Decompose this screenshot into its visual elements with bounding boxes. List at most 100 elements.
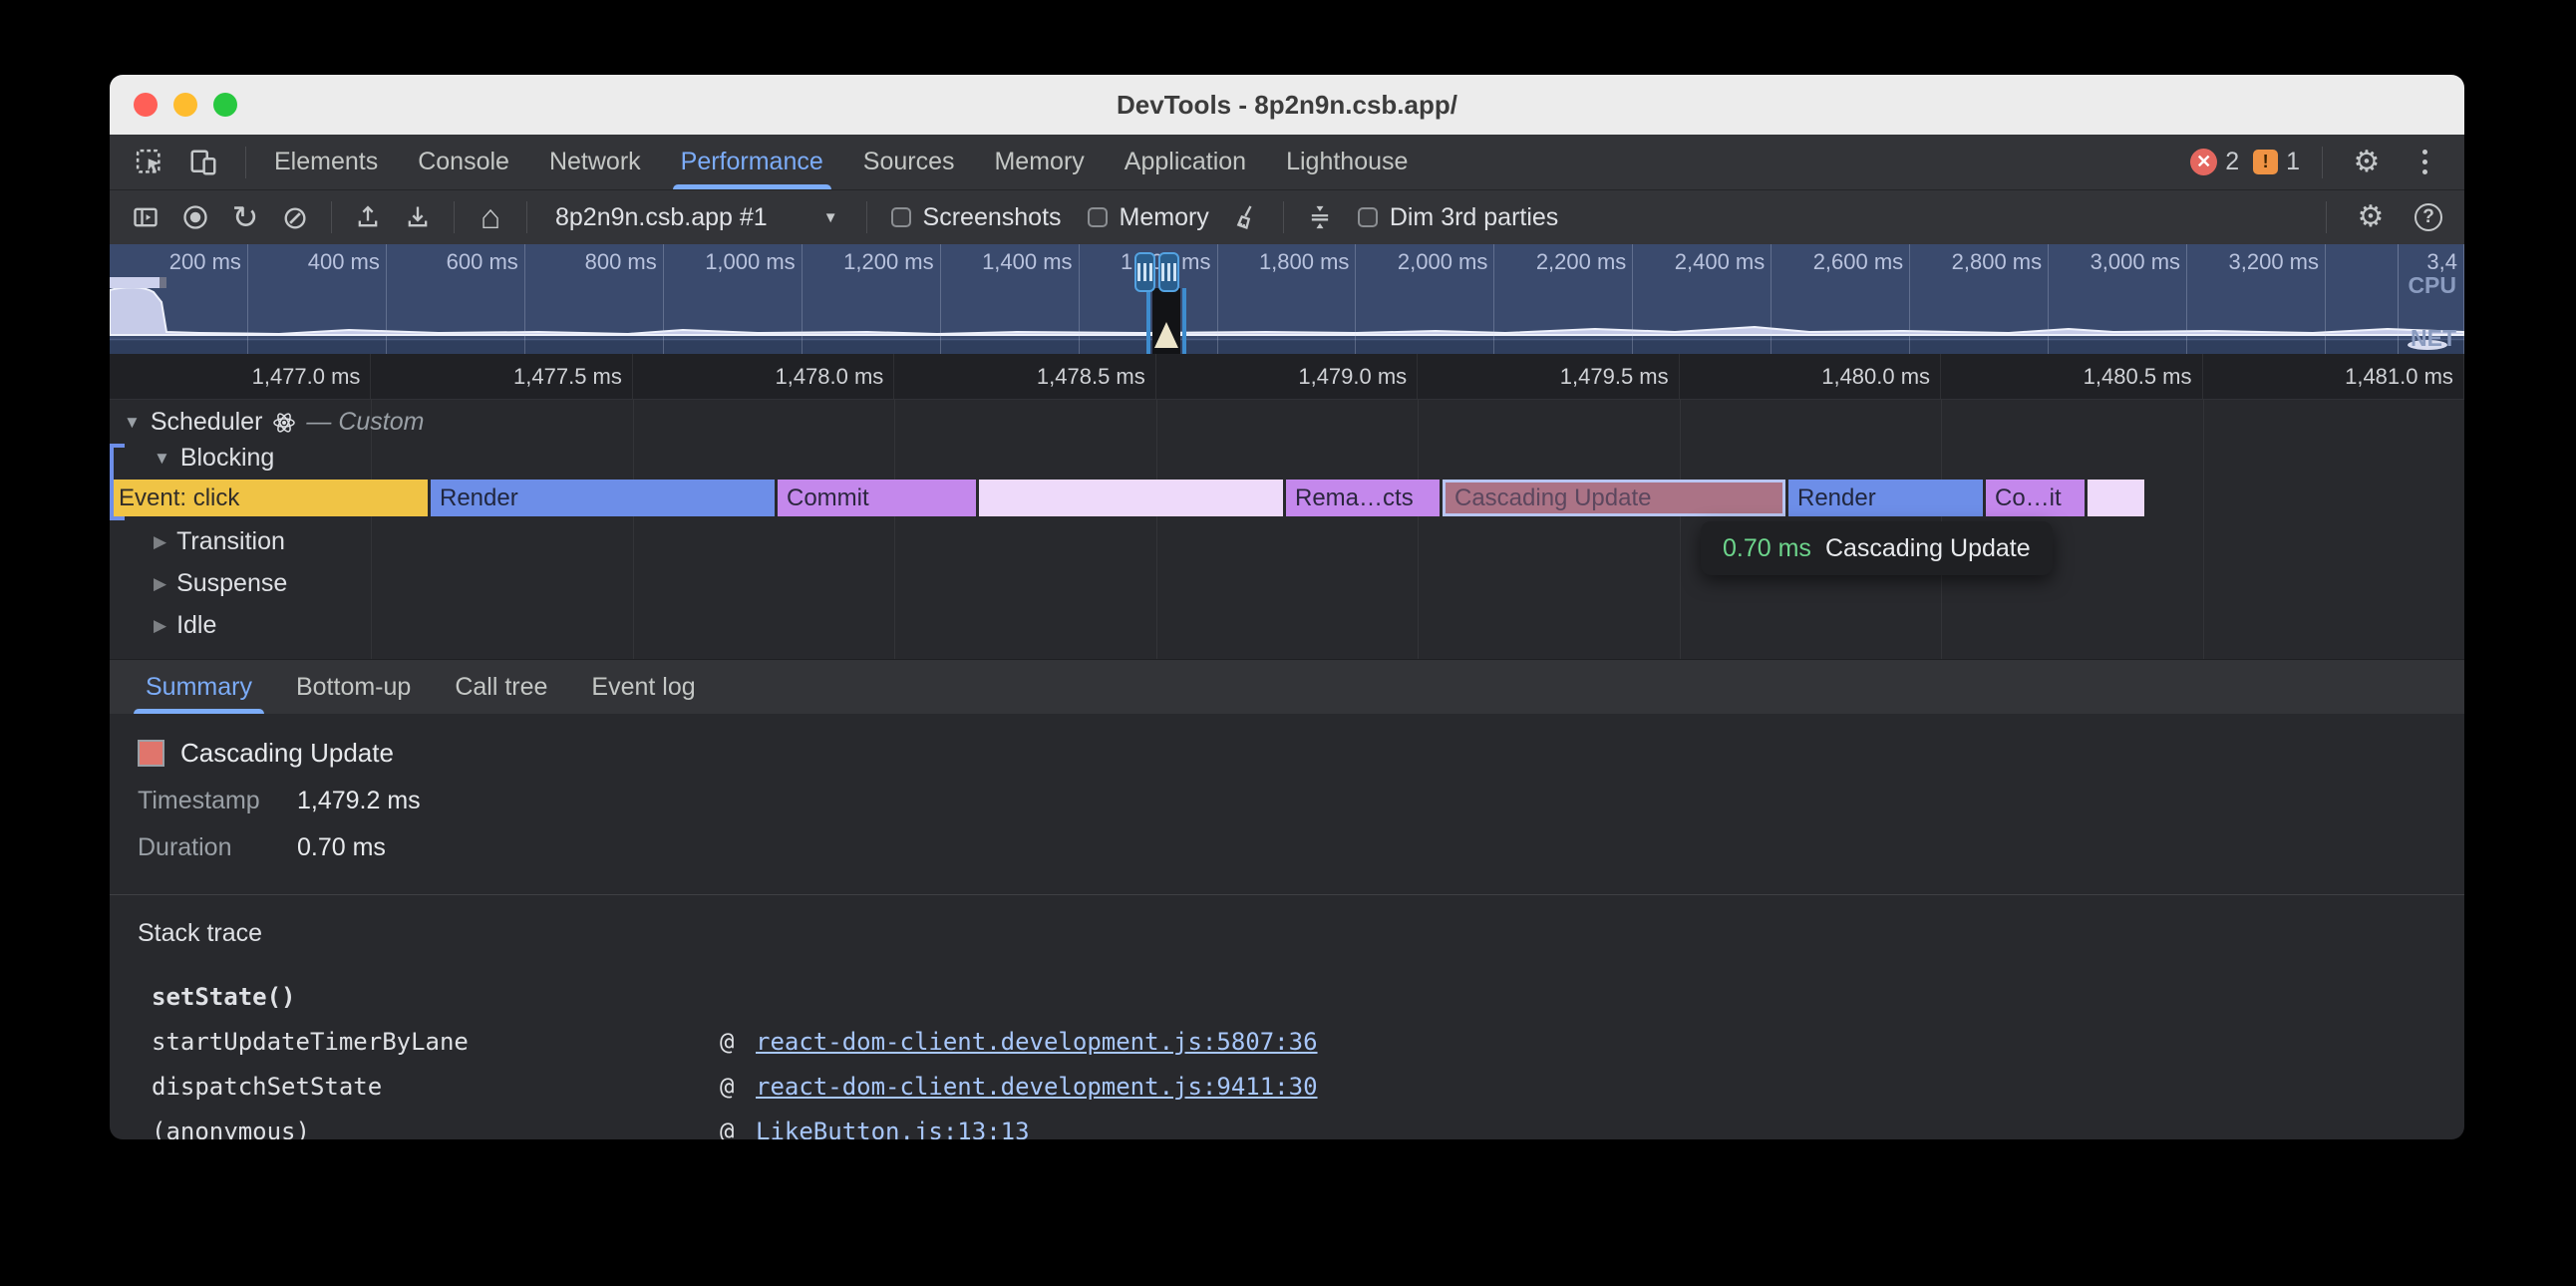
error-badge[interactable]: ✕ 2 bbox=[2190, 148, 2239, 176]
kebab-menu-icon[interactable] bbox=[2403, 141, 2446, 184]
details-tabbar: Summary Bottom-up Call tree Event log bbox=[110, 659, 2464, 714]
divider bbox=[1283, 201, 1284, 233]
window-title: DevTools - 8p2n9n.csb.app/ bbox=[110, 90, 2464, 121]
expander-open-icon: ▼ bbox=[154, 449, 170, 469]
overview-tick-label: 3,000 ms bbox=[2049, 244, 2187, 354]
record-icon[interactable] bbox=[173, 195, 217, 239]
dim-3rd-parties-checkbox[interactable]: Dim 3rd parties bbox=[1348, 203, 1569, 232]
selection-right-handle[interactable] bbox=[1158, 252, 1179, 292]
toggle-sidebar-icon[interactable] bbox=[124, 195, 167, 239]
selection-left-edge[interactable] bbox=[1146, 288, 1150, 354]
track-transition-label: Transition bbox=[176, 527, 285, 556]
memory-checkbox[interactable]: Memory bbox=[1078, 203, 1219, 232]
tab-network[interactable]: Network bbox=[529, 135, 661, 189]
track-blocking-label: Blocking bbox=[180, 444, 275, 473]
dim-3rd-parties-label: Dim 3rd parties bbox=[1390, 203, 1559, 232]
tab-performance[interactable]: Performance bbox=[661, 135, 843, 189]
track-idle[interactable]: ▶ Idle bbox=[154, 611, 216, 640]
timeline-overview[interactable]: 200 ms400 ms600 ms800 ms1,000 ms1,200 ms… bbox=[110, 244, 2464, 354]
tab-call-tree[interactable]: Call tree bbox=[433, 660, 569, 714]
download-profile-icon[interactable] bbox=[396, 195, 440, 239]
stack-frame: dispatchSetState @ react-dom-client.deve… bbox=[138, 1064, 2464, 1109]
collapse-sections-icon[interactable] bbox=[1298, 195, 1342, 239]
tab-elements[interactable]: Elements bbox=[254, 135, 398, 189]
flame-chart[interactable]: ▼ Scheduler — Custom ▼ Blocking Event: c… bbox=[110, 400, 2464, 659]
track-transition[interactable]: ▶ Transition bbox=[154, 527, 285, 556]
frame-source-link[interactable]: LikeButton.js:13:13 bbox=[756, 1118, 1030, 1140]
warning-count: 1 bbox=[2286, 148, 2300, 176]
frame-function: (anonymous) bbox=[152, 1118, 720, 1140]
expander-closed-icon: ▶ bbox=[154, 532, 166, 552]
event-bar-blank-1[interactable] bbox=[979, 480, 1283, 516]
reload-record-icon[interactable]: ↻ bbox=[223, 195, 267, 239]
home-icon[interactable]: ⌂ bbox=[469, 195, 512, 239]
event-bar-commit-2[interactable]: Co…it bbox=[1986, 480, 2085, 516]
frame-function: dispatchSetState bbox=[152, 1073, 720, 1101]
track-suspense[interactable]: ▶ Suspense bbox=[154, 569, 287, 598]
react-atom-icon bbox=[272, 411, 296, 435]
frame-function: startUpdateTimerByLane bbox=[152, 1028, 720, 1056]
overview-tick-label: 2,000 ms bbox=[1356, 244, 1494, 354]
ruler-tick-label: 1,477.0 ms bbox=[110, 354, 371, 399]
frame-source-link[interactable]: react-dom-client.development.js:5807:36 bbox=[756, 1028, 1318, 1056]
chevron-down-icon: ▼ bbox=[823, 209, 838, 226]
frames-strip bbox=[110, 277, 160, 288]
tab-bottom-up[interactable]: Bottom-up bbox=[274, 660, 433, 714]
selection-left-handle[interactable] bbox=[1134, 252, 1155, 292]
warning-badge[interactable]: ! 1 bbox=[2253, 148, 2300, 176]
track-scheduler[interactable]: ▼ Scheduler — Custom bbox=[124, 408, 425, 437]
timestamp-label: Timestamp bbox=[138, 787, 297, 815]
selection-right-edge[interactable] bbox=[1182, 288, 1186, 354]
clear-icon[interactable]: ⊘ bbox=[273, 195, 317, 239]
overview-tick-label: 1,800 ms bbox=[1218, 244, 1357, 354]
overview-tick-label: 1,000 ms bbox=[664, 244, 803, 354]
device-toolbar-icon[interactable] bbox=[181, 141, 225, 184]
stack-trace-title: Stack trace bbox=[138, 919, 2464, 948]
track-blocking[interactable]: ▼ Blocking bbox=[154, 444, 274, 473]
inspect-element-icon[interactable] bbox=[128, 141, 171, 184]
overview-tick-label: 2,600 ms bbox=[1771, 244, 1910, 354]
event-bars: Event: click Render Commit Rema…cts Casc… bbox=[110, 480, 2464, 516]
cpu-label: CPU bbox=[2408, 272, 2456, 299]
settings-gear-icon[interactable]: ⚙ bbox=[2345, 141, 2389, 184]
tab-application[interactable]: Application bbox=[1105, 135, 1266, 189]
track-scheduler-label: Scheduler bbox=[151, 408, 263, 437]
stack-frame: startUpdateTimerByLane @ react-dom-clien… bbox=[138, 1019, 2464, 1064]
tooltip-duration: 0.70 ms bbox=[1723, 534, 1811, 563]
history-selected-value: 8p2n9n.csb.app #1 bbox=[555, 203, 768, 232]
panel-tabs: Elements Console Network Performance Sou… bbox=[254, 135, 1428, 189]
event-bar-cascading-update[interactable]: Cascading Update bbox=[1443, 480, 1785, 516]
tab-sources[interactable]: Sources bbox=[843, 135, 975, 189]
tab-lighthouse[interactable]: Lighthouse bbox=[1266, 135, 1428, 189]
overview-tick-label: 2,200 ms bbox=[1494, 244, 1633, 354]
duration-label: Duration bbox=[138, 833, 297, 862]
event-bar-render-2[interactable]: Render bbox=[1788, 480, 1983, 516]
tab-memory[interactable]: Memory bbox=[974, 135, 1104, 189]
tab-console[interactable]: Console bbox=[398, 135, 529, 189]
selected-track-bracket bbox=[110, 444, 125, 520]
tab-event-log[interactable]: Event log bbox=[569, 660, 717, 714]
event-bar-commit[interactable]: Commit bbox=[778, 480, 976, 516]
summary-event-name: Cascading Update bbox=[180, 738, 394, 769]
ruler-tick-label: 1,480.5 ms bbox=[1941, 354, 2202, 399]
event-bar-render-1[interactable]: Render bbox=[431, 480, 775, 516]
performance-toolbar: ↻ ⊘ ⌂ 8p2n9n.csb.app #1 ▼ Screenshots Me… bbox=[110, 190, 2464, 244]
frame-source-link[interactable]: react-dom-client.development.js:9411:30 bbox=[756, 1073, 1318, 1101]
event-bar-remaining-effects[interactable]: Rema…cts bbox=[1286, 480, 1440, 516]
net-label: NET bbox=[2411, 325, 2456, 352]
overview-ruler: 200 ms400 ms600 ms800 ms1,000 ms1,200 ms… bbox=[110, 244, 2464, 354]
help-icon[interactable]: ? bbox=[2407, 195, 2450, 239]
garbage-collect-icon[interactable] bbox=[1225, 195, 1269, 239]
screenshots-checkbox[interactable]: Screenshots bbox=[881, 203, 1072, 232]
stack-frame: (anonymous) @ LikeButton.js:13:13 bbox=[138, 1109, 2464, 1139]
memory-label: Memory bbox=[1120, 203, 1209, 232]
history-select[interactable]: 8p2n9n.csb.app #1 ▼ bbox=[541, 203, 852, 232]
overview-tick-label: 3,200 ms bbox=[2187, 244, 2326, 354]
overview-tick-label: 200 ms bbox=[110, 244, 248, 354]
divider bbox=[245, 147, 246, 178]
event-bar-click[interactable]: Event: click bbox=[110, 480, 428, 516]
event-bar-blank-2[interactable] bbox=[2088, 480, 2144, 516]
tab-summary[interactable]: Summary bbox=[124, 660, 274, 714]
capture-settings-gear-icon[interactable]: ⚙ bbox=[2349, 195, 2393, 239]
upload-profile-icon[interactable] bbox=[346, 195, 390, 239]
